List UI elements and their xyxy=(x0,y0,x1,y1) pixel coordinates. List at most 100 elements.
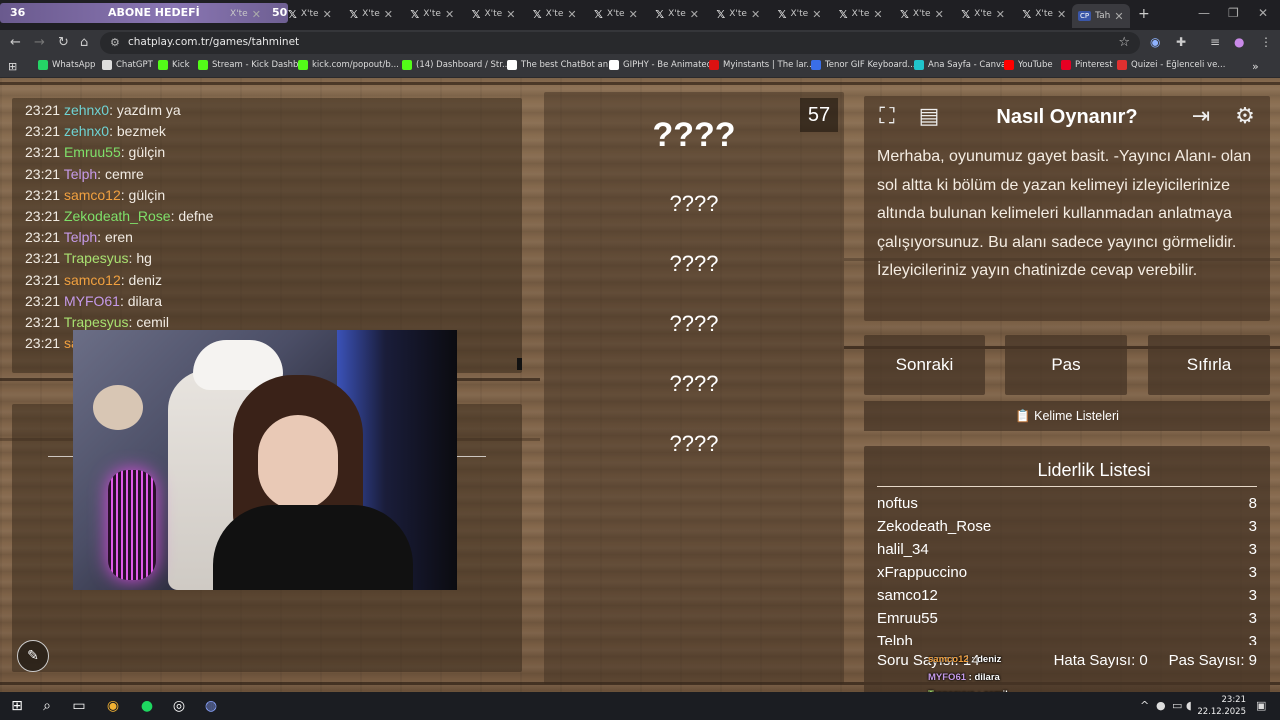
address-bar[interactable]: ⚙ chatplay.com.tr/games/tahminet ☆ xyxy=(100,32,1140,54)
discord-icon[interactable]: ◍ xyxy=(202,697,220,715)
tab-x[interactable]: 𝕏 X'te ✕ xyxy=(961,5,1005,23)
clock[interactable]: 23:21 22.12.2025 xyxy=(1196,694,1246,718)
bookmark-item[interactable]: YouTube xyxy=(1004,60,1053,70)
bookmark-item[interactable]: GIPHY - Be Animated xyxy=(609,60,712,70)
bookmark-item[interactable]: Ana Sayfa - Canva xyxy=(914,60,1006,70)
menu-icon[interactable]: ⋮ xyxy=(1260,35,1272,49)
extension-icon[interactable]: ◉ xyxy=(1150,35,1160,49)
close-window-icon[interactable]: ✕ xyxy=(1258,6,1268,20)
close-icon[interactable]: ✕ xyxy=(323,8,332,21)
chat-username[interactable]: Trapesyus xyxy=(64,250,129,266)
chat-text: deniz xyxy=(128,271,162,288)
close-icon[interactable]: ✕ xyxy=(384,8,393,21)
tab-tahminet[interactable]: CP Tah ✕ xyxy=(1072,4,1130,28)
exit-icon[interactable]: ⇥ xyxy=(1184,100,1218,134)
chat-username[interactable]: MYFO61 xyxy=(64,293,120,309)
chat-username[interactable]: Zekodeath_Rose xyxy=(64,208,171,224)
forward-icon[interactable]: → xyxy=(34,35,45,50)
tab-x[interactable]: 𝕏 X'te ✕ xyxy=(288,5,332,23)
chat-username[interactable]: Emruu55 xyxy=(64,144,121,160)
close-icon[interactable]: ✕ xyxy=(812,8,821,21)
tab-x[interactable]: 𝕏 X'te ✕ xyxy=(778,5,822,23)
notes-icon[interactable]: ▤ xyxy=(912,100,946,134)
word-lists-button[interactable]: 📋 Kelime Listeleri xyxy=(864,401,1270,431)
close-icon[interactable]: ✕ xyxy=(629,8,638,21)
tab-x[interactable]: 𝕏 X'te ✕ xyxy=(716,5,760,23)
chat-username[interactable]: zehnx0 xyxy=(64,123,109,139)
bookmark-item[interactable]: Stream - Kick Dashb... xyxy=(198,60,307,70)
close-icon[interactable]: ✕ xyxy=(1057,8,1066,21)
windows-start-icon[interactable]: ⊞ xyxy=(8,697,26,715)
tab-x[interactable]: 𝕏 X'te ✕ xyxy=(349,5,393,23)
tab-x[interactable]: 𝕏 X'te ✕ xyxy=(839,5,883,23)
bookmark-item[interactable]: (14) Dashboard / Str... xyxy=(402,60,510,70)
bookmark-item[interactable]: Pinterest xyxy=(1061,60,1113,70)
home-icon[interactable]: ⌂ xyxy=(80,35,88,50)
apps-grid-icon[interactable]: ⊞ xyxy=(8,60,17,73)
site-info-icon[interactable]: ⚙ xyxy=(110,36,120,49)
pass-button[interactable]: Pas xyxy=(1005,335,1127,395)
new-tab-icon[interactable]: + xyxy=(1138,6,1150,22)
tab-x[interactable]: 𝕏 X'te ✕ xyxy=(655,5,699,23)
chat-username[interactable]: zehnx0 xyxy=(64,102,109,118)
bookmark-item[interactable]: Kick xyxy=(158,60,190,70)
chat-username[interactable]: Telph xyxy=(64,229,97,245)
close-icon[interactable]: ✕ xyxy=(873,8,882,21)
chat-username[interactable]: samco12 xyxy=(64,187,121,203)
bookmark-item[interactable]: ChatGPT xyxy=(102,60,153,70)
close-icon[interactable]: ✕ xyxy=(690,8,699,21)
close-icon[interactable]: ✕ xyxy=(1114,10,1123,23)
bookmark-item[interactable]: Myinstants | The lar... xyxy=(709,60,814,70)
chat-text: eren xyxy=(104,229,133,246)
close-icon[interactable]: ✕ xyxy=(935,8,944,21)
bookmark-item[interactable]: The best ChatBot an... xyxy=(507,60,616,70)
more-bookmarks-icon[interactable]: » xyxy=(1252,60,1259,73)
tab-x[interactable]: 𝕏 X'te ✕ xyxy=(900,5,944,23)
chat-username[interactable]: Telph xyxy=(64,166,97,182)
close-icon[interactable]: ✕ xyxy=(996,8,1005,21)
settings-gear-icon[interactable]: ⚙ xyxy=(1228,100,1262,134)
task-view-icon[interactable]: ▭ xyxy=(70,697,88,715)
bookmark-item[interactable]: Quizei - Eğlenceli ve... xyxy=(1117,60,1225,70)
search-icon[interactable]: ⌕ xyxy=(38,697,56,715)
close-icon[interactable]: ✕ xyxy=(751,8,760,21)
close-icon[interactable]: ✕ xyxy=(506,8,515,21)
spotify-icon[interactable]: ● xyxy=(138,697,156,715)
leaderboard-row: Zekodeath_Rose 3 xyxy=(877,518,1257,535)
extensions-puzzle-icon[interactable]: ✚ xyxy=(1176,35,1186,49)
chrome-icon[interactable]: ◉ xyxy=(104,697,122,715)
tray-chevron-icon[interactable]: ^ xyxy=(1140,699,1149,712)
network-icon[interactable]: ▭ xyxy=(1172,699,1182,712)
close-icon[interactable]: ✕ xyxy=(567,8,576,21)
chat-scrollbar[interactable] xyxy=(517,358,522,370)
volume-icon[interactable]: ◖ xyxy=(1186,699,1192,712)
back-icon[interactable]: ← xyxy=(10,35,21,50)
reset-button[interactable]: Sıfırla xyxy=(1148,335,1270,395)
tab-x[interactable]: 𝕏 X'te ✕ xyxy=(594,5,638,23)
bookmark-item[interactable]: Tenor GIF Keyboard... xyxy=(811,60,916,70)
next-button[interactable]: Sonraki xyxy=(864,335,985,395)
reload-icon[interactable]: ↻ xyxy=(58,35,69,50)
fullscreen-icon[interactable]: ⛶ xyxy=(870,100,904,134)
profile-avatar[interactable]: ● xyxy=(1234,35,1244,49)
bookmark-favicon-icon xyxy=(102,60,112,70)
close-icon[interactable]: ✕ xyxy=(252,8,261,21)
tab-x[interactable]: 𝕏 X'te ✕ xyxy=(472,5,516,23)
tab-x[interactable]: 𝕏 X'te ✕ xyxy=(533,5,577,23)
pen-icon[interactable]: ✎ xyxy=(17,640,49,672)
notification-icon[interactable]: ▣ xyxy=(1256,699,1266,712)
reading-list-icon[interactable]: ≡ xyxy=(1210,35,1220,49)
microphone-icon[interactable]: ● xyxy=(1156,699,1166,712)
close-icon[interactable]: ✕ xyxy=(445,8,454,21)
maximize-icon[interactable]: ❐ xyxy=(1228,6,1239,20)
tab-x[interactable]: 𝕏 X'te ✕ xyxy=(410,5,454,23)
obs-icon[interactable]: ◎ xyxy=(170,697,188,715)
chat-username[interactable]: Trapesyus xyxy=(64,314,129,330)
tab-x[interactable]: X'te ✕ xyxy=(230,5,261,23)
bookmark-star-icon[interactable]: ☆ xyxy=(1118,35,1130,50)
tab-x[interactable]: 𝕏 X'te ✕ xyxy=(1022,5,1066,23)
bookmark-item[interactable]: kick.com/popout/b... xyxy=(298,60,399,70)
bookmark-item[interactable]: WhatsApp xyxy=(38,60,95,70)
minimize-icon[interactable]: — xyxy=(1198,6,1210,20)
chat-username[interactable]: samco12 xyxy=(64,272,121,288)
